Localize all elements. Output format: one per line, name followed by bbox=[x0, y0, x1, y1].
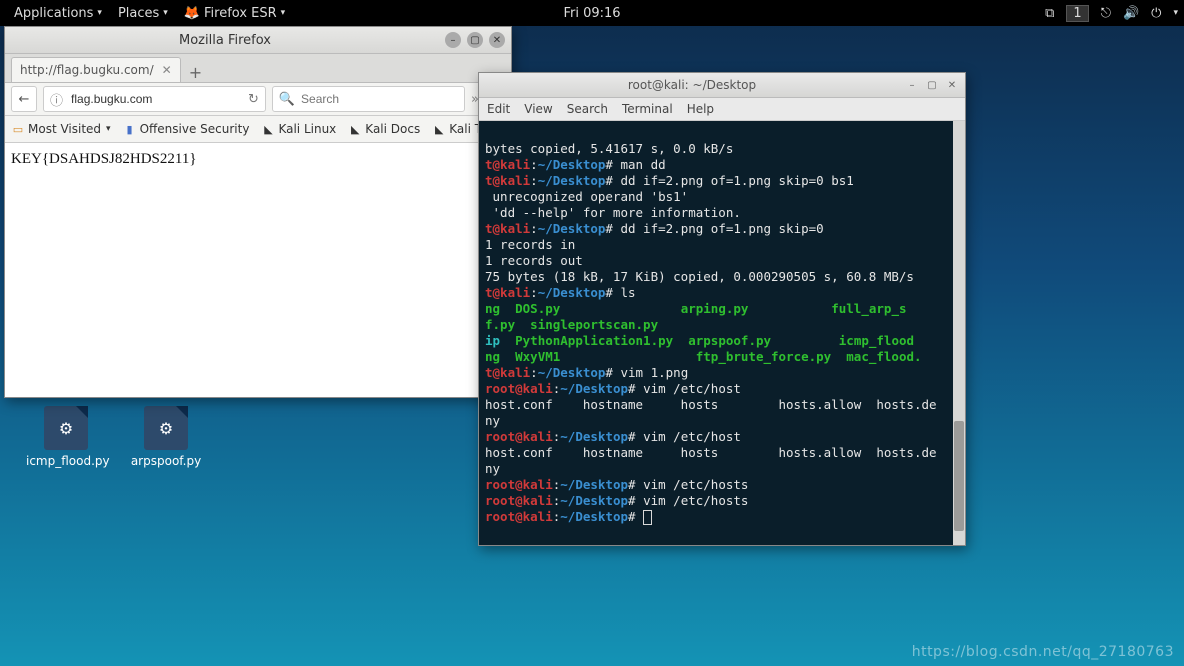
bookmark-icon: ◣ bbox=[261, 122, 275, 136]
menu-search[interactable]: Search bbox=[567, 102, 608, 116]
menu-view[interactable]: View bbox=[524, 102, 552, 116]
network-icon[interactable]: ⎋ bbox=[1101, 6, 1111, 21]
gnome-topbar: Applications▾ Places▾ 🦊Firefox ESR▾ Fri … bbox=[0, 0, 1184, 26]
python-file-icon: ⚙ bbox=[144, 406, 188, 450]
folder-icon: ▭ bbox=[11, 122, 25, 136]
current-app-menu[interactable]: 🦊Firefox ESR▾ bbox=[176, 6, 293, 21]
maximize-button[interactable]: ▢ bbox=[467, 32, 483, 48]
firefox-titlebar[interactable]: Mozilla Firefox – ▢ ✕ bbox=[5, 27, 511, 54]
terminal-menubar: Edit View Search Terminal Help bbox=[479, 98, 965, 121]
close-button[interactable]: ✕ bbox=[489, 32, 505, 48]
terminal-titlebar[interactable]: root@kali: ~/Desktop – ▢ ✕ bbox=[479, 73, 965, 98]
new-tab-button[interactable]: + bbox=[181, 63, 210, 82]
page-content: KEY{DSAHDSJ82HDS2211} bbox=[5, 143, 511, 176]
power-icon[interactable]: ⏻ bbox=[1151, 6, 1161, 21]
desktop-icon[interactable]: ⚙ icmp_flood.py bbox=[26, 406, 106, 468]
terminal-scrollbar[interactable] bbox=[953, 121, 965, 545]
minimize-button[interactable]: – bbox=[905, 78, 919, 92]
applications-menu[interactable]: Applications▾ bbox=[6, 6, 110, 21]
menu-help[interactable]: Help bbox=[687, 102, 714, 116]
bookmark-icon: ▮ bbox=[123, 122, 137, 136]
bookmarks-toolbar: ▭Most Visited▾ ▮Offensive Security ◣Kali… bbox=[5, 116, 511, 143]
python-file-icon: ⚙ bbox=[44, 406, 88, 450]
scrollbar-thumb[interactable] bbox=[954, 421, 964, 531]
url-bar[interactable]: ⓘ ↻ bbox=[43, 86, 266, 112]
reload-icon[interactable]: ↻ bbox=[248, 92, 259, 107]
tab-close-icon[interactable]: ✕ bbox=[162, 63, 172, 77]
firefox-tabstrip: http://flag.bugku.com/ ✕ + bbox=[5, 54, 511, 83]
terminal-window: root@kali: ~/Desktop – ▢ ✕ Edit View Sea… bbox=[478, 72, 966, 546]
bookmark-icon: ◣ bbox=[348, 122, 362, 136]
bookmark-most-visited[interactable]: ▭Most Visited▾ bbox=[11, 122, 111, 136]
places-menu[interactable]: Places▾ bbox=[110, 6, 176, 21]
close-button[interactable]: ✕ bbox=[945, 78, 959, 92]
clock[interactable]: Fri 09:16 bbox=[563, 6, 620, 21]
window-title: root@kali: ~/Desktop bbox=[485, 78, 899, 92]
url-input[interactable] bbox=[69, 91, 242, 107]
bookmark-icon: ◣ bbox=[432, 122, 446, 136]
back-button[interactable]: ← bbox=[11, 86, 37, 112]
volume-icon[interactable]: 🔊 bbox=[1123, 6, 1139, 21]
firefox-window: Mozilla Firefox – ▢ ✕ http://flag.bugku.… bbox=[4, 26, 512, 398]
tab-label: http://flag.bugku.com/ bbox=[20, 63, 154, 77]
firefox-navbar: ← ⓘ ↻ 🔍 » bbox=[5, 83, 511, 116]
menu-terminal[interactable]: Terminal bbox=[622, 102, 673, 116]
page-text: KEY{DSAHDSJ82HDS2211} bbox=[11, 151, 197, 167]
browser-tab[interactable]: http://flag.bugku.com/ ✕ bbox=[11, 57, 181, 82]
search-icon: 🔍 bbox=[279, 92, 295, 107]
terminal-body[interactable]: bytes copied, 5.41617 s, 0.0 kB/st@kali:… bbox=[479, 121, 965, 545]
maximize-button[interactable]: ▢ bbox=[925, 78, 939, 92]
menu-edit[interactable]: Edit bbox=[487, 102, 510, 116]
search-bar[interactable]: 🔍 bbox=[272, 86, 465, 112]
minimize-button[interactable]: – bbox=[445, 32, 461, 48]
info-icon[interactable]: ⓘ bbox=[50, 90, 63, 109]
workspace-indicator[interactable]: 1 bbox=[1066, 5, 1088, 22]
bookmark-kali-docs[interactable]: ◣Kali Docs bbox=[348, 122, 420, 136]
firefox-icon: 🦊 bbox=[184, 6, 200, 21]
search-input[interactable] bbox=[299, 91, 458, 107]
watermark: https://blog.csdn.net/qq_27180763 bbox=[912, 644, 1174, 660]
window-title: Mozilla Firefox bbox=[11, 33, 439, 48]
desktop-icon-label: arpspoof.py bbox=[126, 454, 206, 468]
bookmark-offsec[interactable]: ▮Offensive Security bbox=[123, 122, 250, 136]
bookmark-kali-linux[interactable]: ◣Kali Linux bbox=[261, 122, 336, 136]
desktop-icon-label: icmp_flood.py bbox=[26, 454, 106, 468]
screencast-icon[interactable]: ⧉ bbox=[1045, 6, 1054, 21]
desktop-icon[interactable]: ⚙ arpspoof.py bbox=[126, 406, 206, 468]
